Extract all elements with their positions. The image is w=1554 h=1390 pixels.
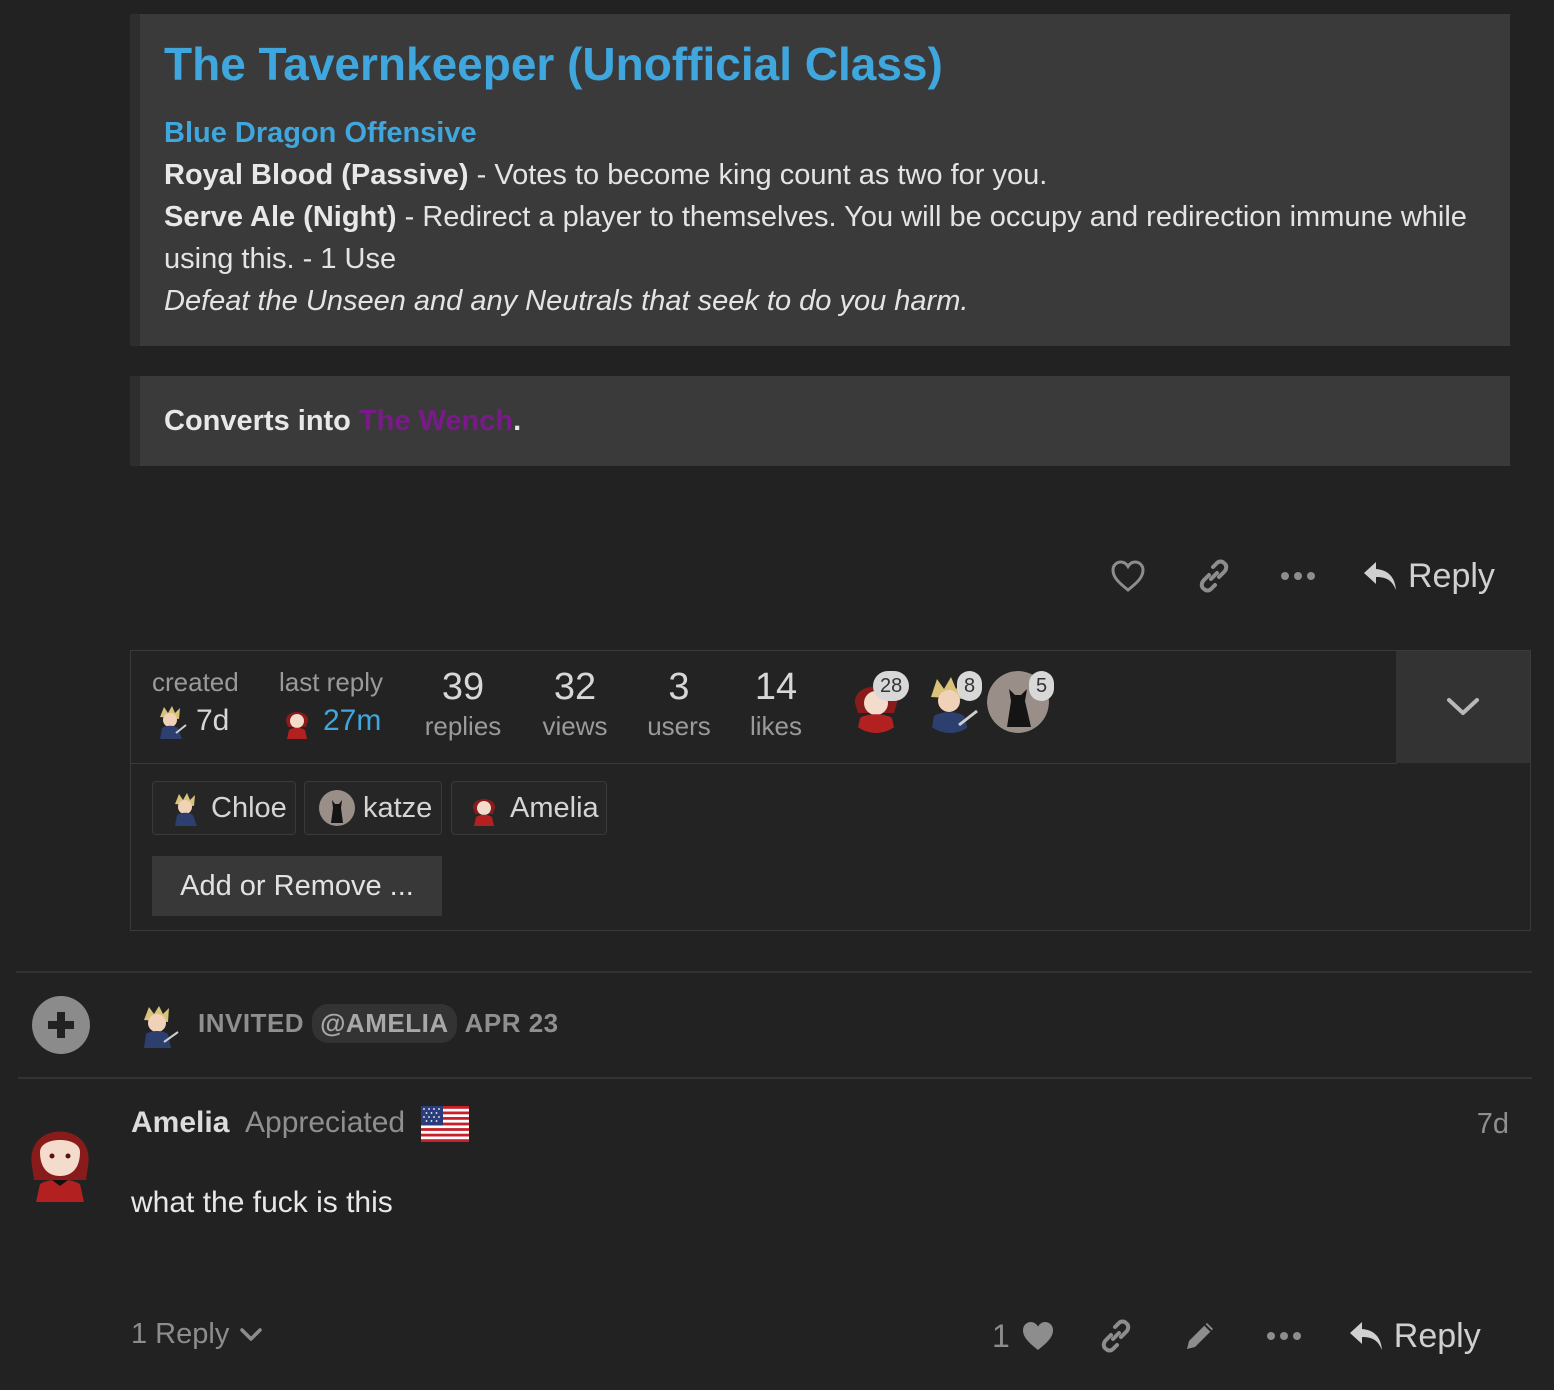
- heart-outline-icon: [1111, 560, 1145, 592]
- participant-amelia[interactable]: 28: [845, 671, 910, 735]
- last-reply-stat: last reply 27m: [279, 665, 383, 739]
- reply-button[interactable]: Reply: [1362, 557, 1495, 596]
- users-count: 3: [668, 666, 690, 708]
- like-button[interactable]: [1016, 1306, 1060, 1366]
- divider: [18, 1077, 1532, 1079]
- allowed-user-katze[interactable]: katze: [304, 781, 442, 835]
- class-title: The Tavernkeeper (Unofficial Class): [164, 38, 943, 90]
- created-label: created: [152, 667, 239, 697]
- likes-label: likes: [749, 711, 802, 741]
- ability-royal-blood: Royal Blood (Passive) - Votes to become …: [164, 154, 1486, 196]
- mention-link[interactable]: @AMELIA: [312, 1004, 457, 1043]
- topic-map: created 7d last reply 27m 39 replies 32: [130, 650, 1531, 931]
- heart-icon: [1022, 1322, 1053, 1350]
- replies-count: 39: [441, 666, 485, 708]
- reply-button[interactable]: Reply: [1348, 1317, 1481, 1356]
- post-body: what the fuck is this: [131, 1186, 393, 1219]
- allowed-user-name: katze: [363, 791, 433, 824]
- allowed-user-name: Amelia: [510, 791, 599, 824]
- reply-arrow-icon: [1349, 1322, 1382, 1350]
- post-actions-bottom: 1 Reply: [992, 1306, 1481, 1366]
- ability-name: Royal Blood (Passive): [164, 159, 469, 191]
- more-actions-button[interactable]: [1268, 546, 1328, 606]
- chevron-down-icon: [240, 1327, 263, 1341]
- small-action-text: INVITED @AMELIA APR 23: [198, 1004, 559, 1043]
- us-flag-icon: [421, 1106, 469, 1142]
- created-stat: created 7d: [152, 665, 239, 739]
- participant-katze[interactable]: 5: [987, 671, 1055, 735]
- participant-post-count: 28: [873, 671, 910, 701]
- likes-stat: 14 likes: [743, 665, 809, 743]
- like-count[interactable]: 1: [992, 1318, 1010, 1355]
- topic-map-expand-button[interactable]: [1396, 651, 1530, 763]
- share-link-button[interactable]: [1086, 1306, 1146, 1366]
- share-link-button[interactable]: [1184, 546, 1244, 606]
- users-label: users: [647, 711, 711, 741]
- action-date: APR 23: [464, 1008, 559, 1038]
- user-title: Appreciated: [245, 1106, 406, 1139]
- allowed-user-chloe[interactable]: Chloe: [152, 781, 296, 835]
- participant-post-count: 8: [957, 671, 983, 701]
- last-poster-avatar[interactable]: [279, 703, 315, 739]
- team-name: Blue Dragon Offensive: [164, 117, 477, 149]
- post-username[interactable]: Amelia: [131, 1106, 229, 1140]
- creator-avatar[interactable]: [152, 703, 188, 739]
- participant-post-count: 5: [1029, 671, 1055, 701]
- win-condition: Defeat the Unseen and any Neutrals that …: [164, 285, 969, 317]
- allowed-user-amelia[interactable]: Amelia: [451, 781, 607, 835]
- ability-text: - Votes to become king count as two for …: [468, 159, 1048, 191]
- converts-line: Converts into The Wench.: [164, 405, 521, 438]
- allowed-user-name: Chloe: [211, 791, 287, 824]
- views-count: 32: [553, 666, 597, 708]
- created-value: 7d: [196, 704, 230, 737]
- users-stat: 3 users: [641, 665, 717, 743]
- last-reply-label: last reply: [279, 667, 384, 697]
- plus-circle-icon: [32, 996, 90, 1054]
- reply-label: Reply: [1393, 1316, 1481, 1355]
- ability-name: Serve Ale (Night): [164, 201, 397, 233]
- participant-chloe[interactable]: 8: [919, 671, 983, 735]
- link-icon: [1199, 559, 1229, 593]
- inviter-avatar[interactable]: [134, 1002, 180, 1048]
- like-button[interactable]: [1098, 546, 1158, 606]
- reply-arrow-icon: [1364, 562, 1396, 590]
- replies-stat: 39 replies: [421, 665, 505, 743]
- chevron-down-icon: [1447, 698, 1479, 715]
- action-label: INVITED: [198, 1008, 305, 1038]
- post-actions-top: Reply: [1098, 546, 1495, 606]
- replies-count-label: 1 Reply: [131, 1318, 230, 1350]
- avatar: [167, 790, 203, 826]
- reply-label: Reply: [1408, 556, 1495, 595]
- class-card: The Tavernkeeper (Unofficial Class) Blue…: [130, 14, 1510, 346]
- edit-button[interactable]: [1170, 1306, 1230, 1366]
- avatar: [466, 790, 502, 826]
- post-avatar[interactable]: [22, 1106, 98, 1202]
- converts-target-link[interactable]: The Wench: [359, 405, 513, 437]
- last-reply-value[interactable]: 27m: [323, 704, 381, 738]
- topic-map-summary: created 7d last reply 27m 39 replies 32: [131, 651, 1397, 764]
- views-stat: 32 views: [535, 665, 615, 743]
- likes-count: 14: [754, 666, 798, 708]
- post-date[interactable]: 7d: [1477, 1108, 1509, 1141]
- show-replies-button[interactable]: 1 Reply: [131, 1318, 263, 1351]
- converts-card: Converts into The Wench.: [130, 376, 1510, 466]
- pencil-icon: [1186, 1323, 1213, 1349]
- link-icon: [1101, 1319, 1131, 1353]
- views-label: views: [542, 711, 608, 741]
- ability-serve-ale: Serve Ale (Night) - Redirect a player to…: [164, 196, 1486, 280]
- replies-label: replies: [424, 711, 502, 741]
- avatar: [319, 790, 355, 826]
- ellipsis-icon: [1266, 1332, 1301, 1340]
- converts-prefix: Converts into: [164, 404, 359, 437]
- divider: [16, 971, 1532, 973]
- converts-suffix: .: [513, 404, 522, 437]
- ellipsis-icon: [1281, 572, 1315, 580]
- more-actions-button[interactable]: [1254, 1306, 1314, 1366]
- add-or-remove-button[interactable]: Add or Remove ...: [152, 856, 442, 916]
